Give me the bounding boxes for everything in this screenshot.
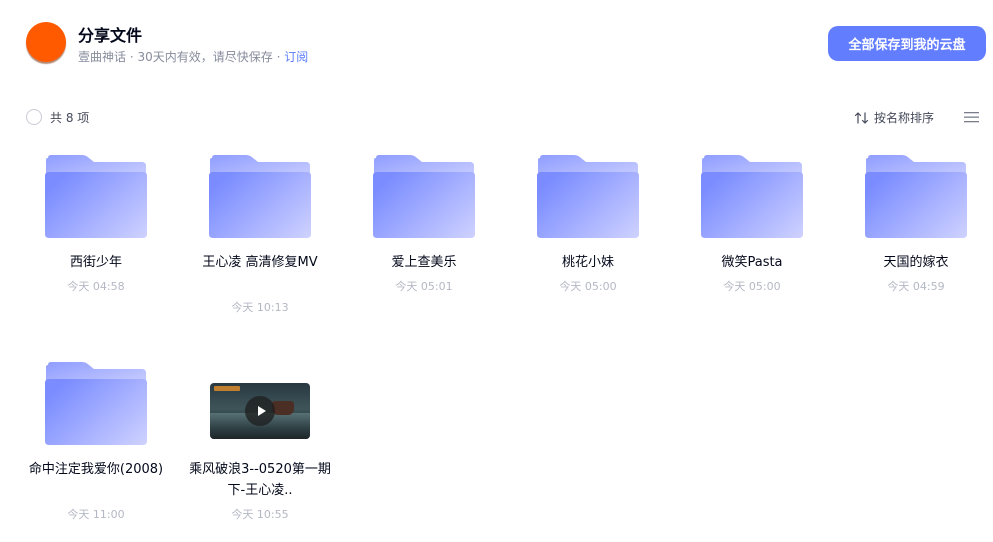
folder-item[interactable]: 天国的嫁衣 今天 04:59	[834, 148, 993, 348]
toolbar: 共 8 项 按名称排序	[0, 100, 993, 134]
item-time: 今天 10:13	[231, 301, 289, 314]
item-time: 今天 11:00	[67, 508, 125, 521]
validity-text: 30天内有效，请尽快保存	[137, 50, 273, 64]
owner-name[interactable]: 壹曲神话	[78, 50, 126, 64]
item-name: 爱上查美乐	[391, 255, 457, 270]
separator: ·	[272, 50, 285, 64]
folder-item[interactable]: 微笑Pasta 今天 05:00	[670, 148, 834, 348]
item-time: 今天 05:00	[723, 280, 781, 293]
folder-item[interactable]: 桃花小妹 今天 05:00	[506, 148, 670, 348]
folder-item[interactable]: 命中注定我爱你(2008) 今天 11:00	[14, 355, 178, 542]
avatar[interactable]	[26, 22, 66, 62]
page-title: 分享文件	[78, 26, 143, 45]
play-icon	[245, 396, 275, 426]
item-name: 命中注定我爱你(2008)	[28, 462, 164, 477]
folder-icon	[536, 154, 640, 240]
item-count: 共 8 项	[50, 111, 90, 125]
folder-icon	[208, 154, 312, 240]
sort-label: 按名称排序	[874, 111, 935, 125]
item-name: 天国的嫁衣	[883, 255, 949, 270]
folder-icon	[864, 154, 968, 240]
item-time: 今天 04:59	[887, 280, 945, 293]
item-name: 微笑Pasta	[721, 255, 783, 270]
item-time: 今天 05:01	[395, 280, 453, 293]
item-name: 王心凌 高清修复MV	[202, 255, 318, 270]
folder-item[interactable]: 王心凌 高清修复MV 今天 10:13	[178, 148, 342, 348]
folder-icon	[44, 154, 148, 240]
share-info: 壹曲神话 · 30天内有效，请尽快保存 · 订阅	[78, 48, 308, 65]
folder-item[interactable]: 爱上查美乐 今天 05:01	[342, 148, 506, 348]
folder-icon	[44, 361, 148, 447]
save-all-button[interactable]: 全部保存到我的云盘	[828, 26, 986, 61]
item-name: 桃花小妹	[561, 255, 614, 270]
item-time: 今天 05:00	[559, 280, 617, 293]
item-name: 西街少年	[69, 255, 122, 270]
subscribe-link[interactable]: 订阅	[284, 50, 308, 64]
sort-button[interactable]: 按名称排序	[854, 109, 934, 126]
folder-icon	[372, 154, 476, 240]
video-thumbnail	[210, 383, 310, 439]
list-view-icon[interactable]	[964, 110, 979, 124]
separator: ·	[126, 50, 138, 64]
sort-arrows-icon	[854, 111, 869, 124]
item-name: 乘风破浪3--0520第一期下-王心凌..	[189, 462, 331, 498]
folder-icon	[700, 154, 804, 240]
item-time: 今天 04:58	[67, 280, 125, 293]
folder-item[interactable]: 西街少年 今天 04:58	[14, 148, 178, 348]
share-header: 分享文件 壹曲神话 · 30天内有效，请尽快保存 · 订阅 全部保存到我的云盘	[0, 0, 993, 90]
select-all-checkbox[interactable]	[26, 109, 42, 125]
item-time: 今天 10:55	[231, 508, 289, 521]
video-item[interactable]: 乘风破浪3--0520第一期下-王心凌.. 今天 10:55	[178, 355, 342, 542]
